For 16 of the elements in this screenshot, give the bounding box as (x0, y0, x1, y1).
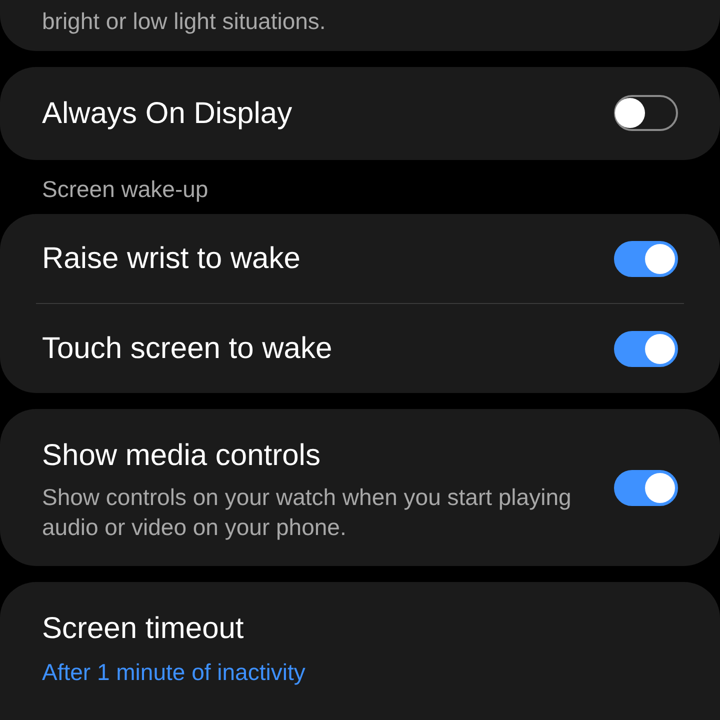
setting-title: Screen timeout (42, 611, 245, 647)
setting-description: bright or low light situations. (42, 7, 327, 36)
toggle-switch[interactable] (614, 95, 678, 131)
setting-title[interactable]: Touch screen to wake (42, 326, 332, 371)
setting-title: Always On Display (42, 96, 292, 132)
setting-row[interactable]: Screen timeout After 1 minute of inactivity (0, 582, 720, 720)
toggle-switch[interactable] (614, 330, 678, 366)
setting-row[interactable]: Always On Display (0, 66, 720, 160)
toggle-switch[interactable] (614, 470, 678, 506)
setting-description: Show controls on your watch when you start playing audio or video on your phone. (42, 483, 572, 542)
setting-title[interactable]: Raise wrist to wake (42, 236, 300, 281)
toggle-switch[interactable] (614, 240, 678, 276)
setting-value: After 1 minute of inactivity (42, 658, 306, 687)
setting-title: Show media controls (42, 438, 322, 474)
section-label: Screen wake-up (41, 174, 210, 204)
setting-row[interactable]: Show media controls Show controls on your watch when you start playing audio or video on your phone. (0, 409, 720, 566)
